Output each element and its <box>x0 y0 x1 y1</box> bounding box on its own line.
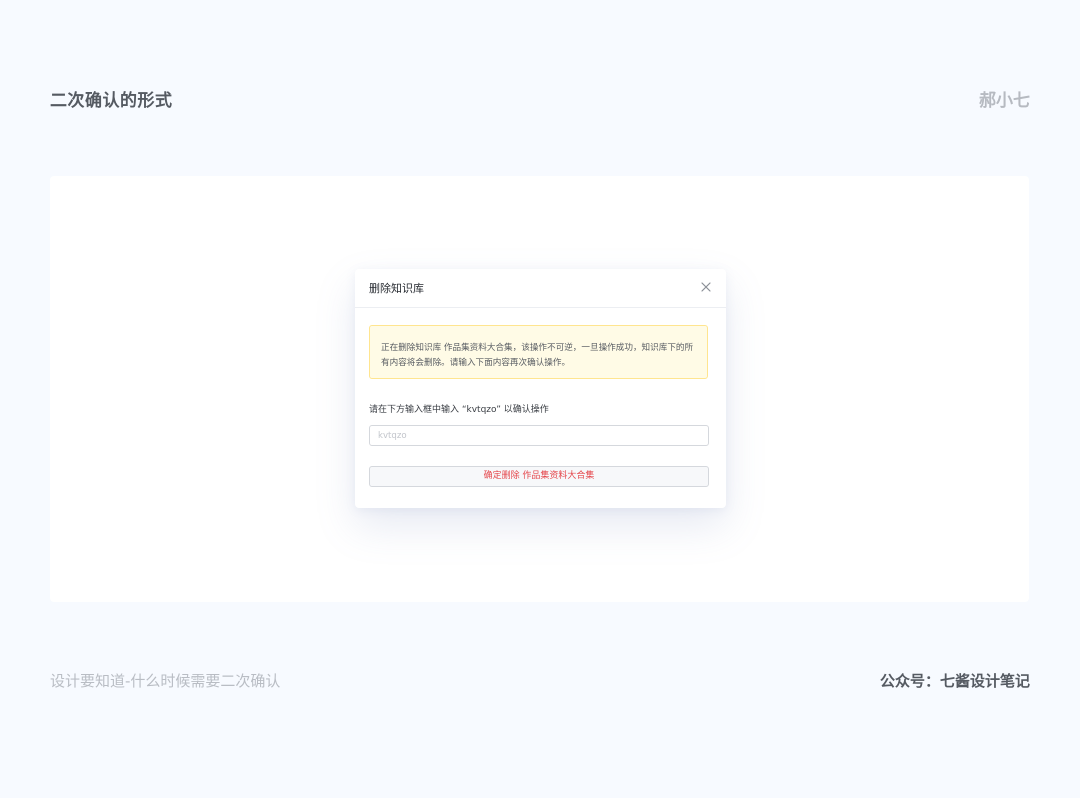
footer-account: 公众号：七酱设计笔记 <box>879 672 1030 690</box>
delete-knowledge-base-dialog: 删除知识库 正在删除知识库 作品集资料大合集，该操作不可逆，一旦操作成功，知识库… <box>355 269 726 508</box>
dialog-header: 删除知识库 <box>355 269 726 308</box>
dialog-title: 删除知识库 <box>369 282 424 295</box>
warning-alert: 正在删除知识库 作品集资料大合集，该操作不可逆，一旦操作成功，知识库下的所有内容… <box>369 325 708 379</box>
close-icon[interactable] <box>698 279 714 295</box>
warning-text: 正在删除知识库 作品集资料大合集，该操作不可逆，一旦操作成功，知识库下的所有内容… <box>381 343 694 368</box>
footer-caption: 设计要知道-什么时候需要二次确认 <box>50 672 281 690</box>
confirm-delete-button[interactable]: 确定删除 作品集资料大合集 <box>369 466 709 487</box>
confirm-prompt: 请在下方输入框中输入 “kvtqzo” 以确认操作 <box>369 405 549 415</box>
author-name: 郝小七 <box>979 91 1030 111</box>
page-title: 二次确认的形式 <box>50 91 173 111</box>
confirm-input[interactable] <box>369 425 709 446</box>
